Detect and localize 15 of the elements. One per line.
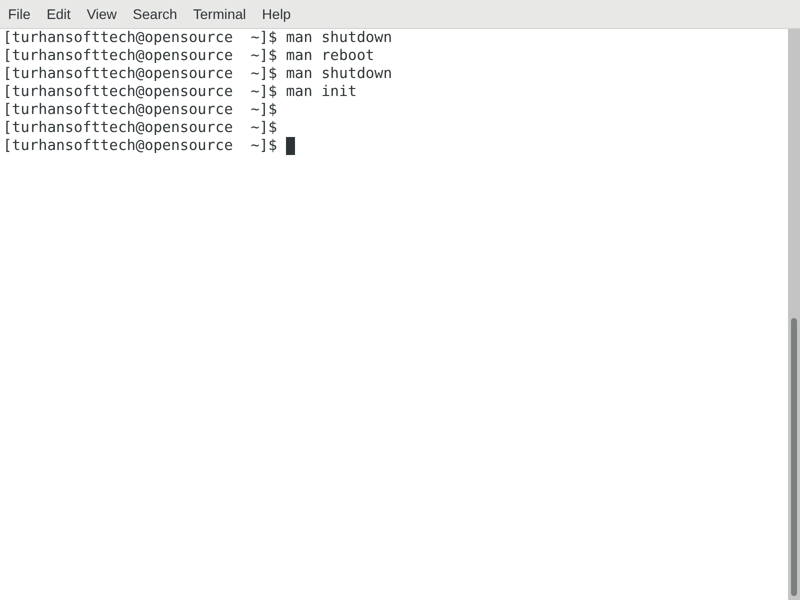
scrollbar-track[interactable]: [788, 29, 800, 600]
menu-item[interactable]: View: [78, 0, 125, 28]
terminal-line: [turhansofttech@opensource ~]$: [3, 137, 278, 155]
terminal-line: [turhansofttech@opensource ~]$ man shutdown: [3, 65, 392, 83]
menu-item[interactable]: File: [0, 0, 39, 28]
menu-item[interactable]: Edit: [38, 0, 79, 28]
terminal-line: [turhansofttech@opensource ~]$: [3, 119, 278, 137]
scrollbar-thumb[interactable]: [791, 318, 797, 596]
menu-item[interactable]: Terminal: [185, 0, 254, 28]
terminal-line: [turhansofttech@opensource ~]$ man init: [3, 83, 357, 101]
terminal-line: [turhansofttech@opensource ~]$: [3, 101, 278, 119]
menu-item[interactable]: Search: [124, 0, 186, 28]
menu-item[interactable]: Help: [254, 0, 299, 28]
terminal-line: [turhansofttech@opensource ~]$ man reboot: [3, 47, 374, 65]
terminal-line: [turhansofttech@opensource ~]$ man shutdown: [3, 29, 392, 47]
